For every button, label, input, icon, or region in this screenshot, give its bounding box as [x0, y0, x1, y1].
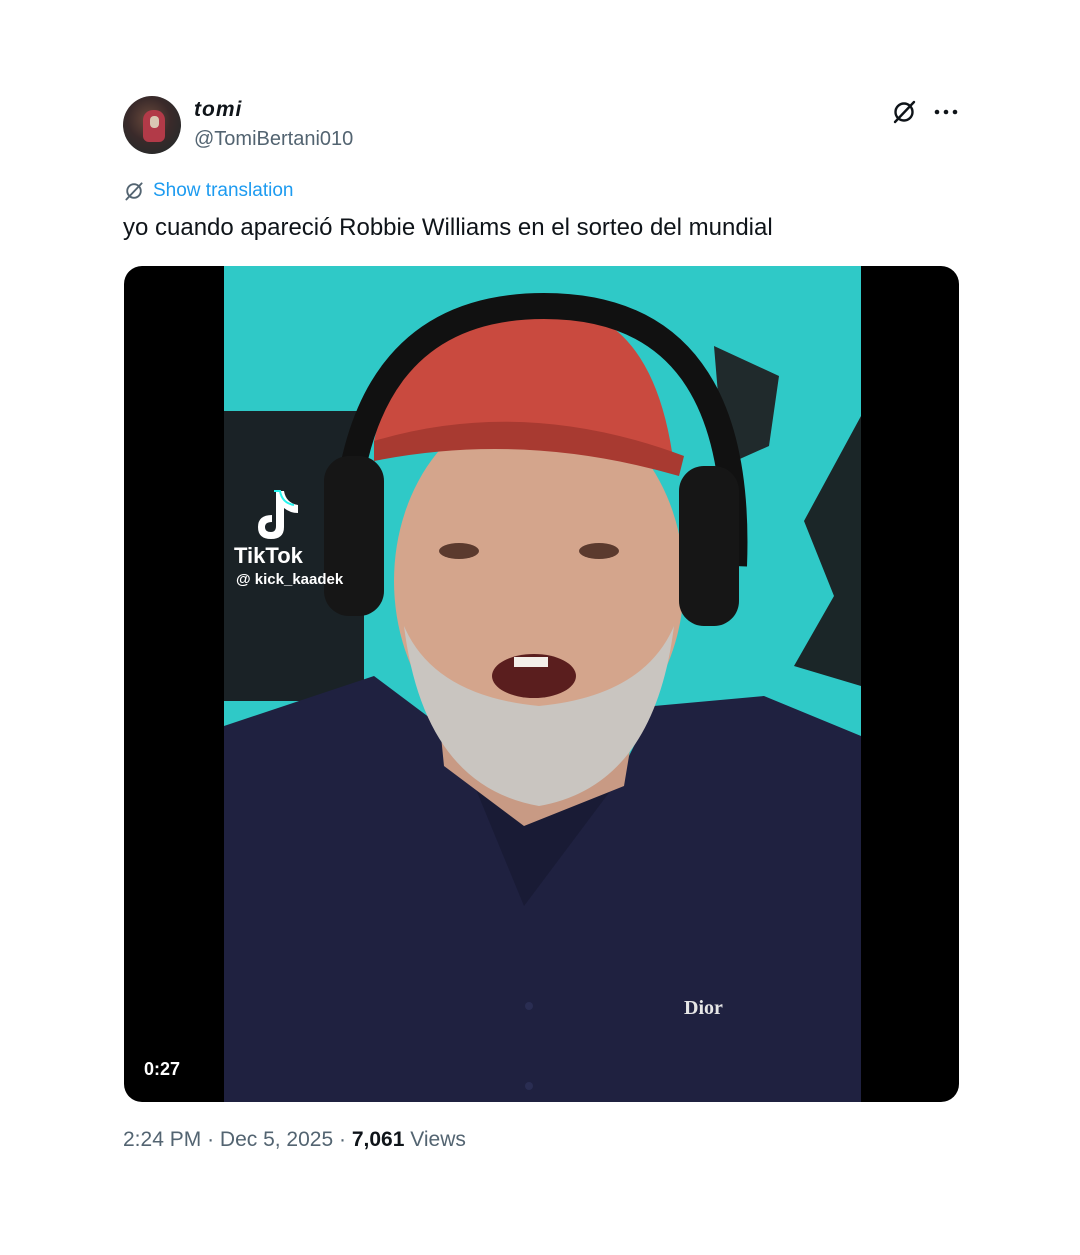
tiktok-username: @ kick_kaadek — [236, 571, 344, 588]
more-options-button[interactable] — [930, 96, 962, 128]
views-count: 7,061 — [351, 1128, 405, 1151]
show-translation-link[interactable]: Show translation — [123, 180, 293, 202]
separator: · — [339, 1128, 346, 1151]
show-translation-label: Show translation — [153, 180, 294, 201]
avatar[interactable] — [123, 96, 181, 154]
video-player[interactable]: TikTok @ kick_kaadek Dior 0:27 — [124, 266, 959, 1102]
tweet-time[interactable]: 2:24 PM — [123, 1128, 201, 1151]
more-dots-icon — [934, 109, 958, 115]
separator: · — [207, 1128, 215, 1151]
video-duration: 0:27 — [144, 1059, 181, 1079]
views-label: Views — [410, 1128, 466, 1151]
translate-icon — [125, 182, 143, 201]
tiktok-brand: TikTok — [234, 543, 304, 568]
avatar-phone — [150, 116, 159, 128]
grok-icon — [893, 100, 916, 124]
video-still: TikTok @ kick_kaadek Dior — [224, 266, 861, 1102]
tweet-text: yo cuando apareció Robbie Williams en el… — [123, 214, 773, 241]
tweet-timestamp: 2:24 PM · Dec 5, 2025 · 7,061 Views — [123, 1128, 466, 1152]
video-frame[interactable]: TikTok @ kick_kaadek Dior — [224, 266, 861, 1102]
author-name[interactable]: tomi — [194, 98, 242, 122]
shirt-logo: Dior — [684, 997, 723, 1019]
tweet-date[interactable]: Dec 5, 2025 — [220, 1128, 333, 1151]
grok-button[interactable] — [888, 96, 920, 128]
author-handle[interactable]: @TomiBertani010 — [194, 128, 353, 151]
